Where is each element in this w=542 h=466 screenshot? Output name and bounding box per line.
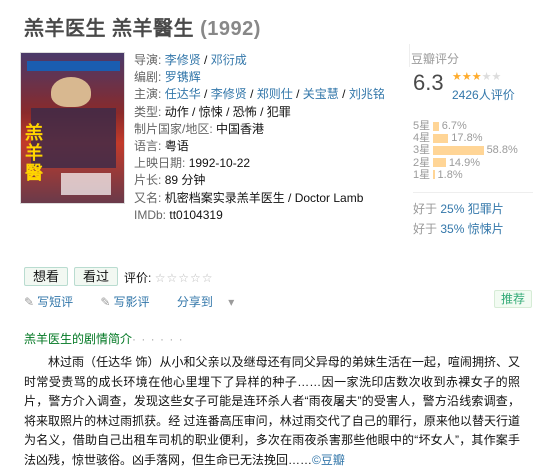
better-than-item[interactable]: 好于 25% 犯罪片 bbox=[413, 199, 533, 219]
rating-bar-row: 2星 14.9% bbox=[413, 156, 481, 169]
rating-bar-row: 5星 6.7% bbox=[413, 120, 467, 132]
rating-panel: 豆瓣评分 6.3 ★★★★★ 2426人评价 5星 6.7% 4星 17.8% 3星… bbox=[409, 44, 533, 236]
rating-bar bbox=[433, 145, 484, 155]
source-link[interactable]: ©豆瓣 bbox=[312, 453, 345, 466]
rating-bar bbox=[433, 121, 439, 131]
summary-title: 羔羊医生的剧情简介· · · · · · bbox=[24, 332, 184, 346]
write-review-link[interactable]: ✎ 写短评 bbox=[24, 295, 85, 309]
rating-count-link[interactable]: 2426人评价 bbox=[452, 86, 515, 103]
cast-link[interactable]: 关宝慧 bbox=[303, 87, 339, 101]
movie-title: 羔羊医生 羔羊醫生 bbox=[24, 18, 195, 40]
rating-bar bbox=[433, 133, 449, 143]
language-row: 语言: 粤语 bbox=[134, 139, 189, 154]
director-row: 导演: 李修贤 / 邓衍成 bbox=[134, 53, 247, 67]
movie-year: (1992) bbox=[200, 18, 261, 40]
share-dropdown[interactable]: 分享到 ▾ bbox=[177, 295, 237, 309]
runtime-row: 片长: 89 分钟 bbox=[134, 173, 206, 188]
action-bar: 想看 看过 评价: ☆☆☆☆☆ bbox=[24, 267, 214, 286]
release-row: 上映日期: 1992-10-22 bbox=[134, 156, 251, 171]
director-link[interactable]: 李修贤 bbox=[165, 53, 201, 67]
better-than-item[interactable]: 好于 35% 惊悚片 bbox=[413, 219, 533, 239]
writer-link[interactable]: 罗镌辉 bbox=[165, 70, 201, 84]
movie-poster[interactable]: 羔羊醫 bbox=[20, 52, 125, 204]
rating-bar-row: 1星 1.8% bbox=[413, 168, 463, 181]
poster-face bbox=[51, 77, 91, 107]
genre-row: 类型: 动作 / 惊悚 / 恐怖 / 犯罪 bbox=[134, 104, 291, 119]
pencil-icon: ✎ bbox=[100, 295, 111, 309]
plot-summary: 林过雨（任达华 饰）从小和父亲以及继母还有同父异母的弟妹生活在一起，喧闹拥挤、又… bbox=[24, 355, 520, 466]
rating-stars-icon: ★★★★★ bbox=[452, 70, 501, 83]
rating-title: 豆瓣评分 bbox=[411, 52, 460, 66]
dot-separator: · · · · · · bbox=[132, 332, 184, 346]
genre: 恐怖 bbox=[232, 104, 257, 119]
rating-distribution: 5星 6.7% 4星 17.8% 3星 58.8% 2星 14.9% 1星 1.8% bbox=[413, 120, 537, 181]
rating-bar bbox=[433, 170, 435, 180]
page-title: 羔羊医生 羔羊醫生 (1992) bbox=[24, 12, 261, 41]
cast-link[interactable]: 刘兆铭 bbox=[349, 87, 385, 101]
rating-bar bbox=[433, 158, 446, 168]
watched-button[interactable]: 看过 bbox=[74, 267, 119, 286]
poster-calligraphy: 羔羊醫 bbox=[25, 123, 43, 183]
cast-link[interactable]: 李修贤 bbox=[211, 87, 247, 101]
rating-bar-row: 4星 17.8% bbox=[413, 132, 483, 145]
director-link[interactable]: 邓衍成 bbox=[211, 53, 247, 67]
writer-row: 编剧: 罗镌辉 bbox=[134, 70, 201, 85]
genre: 动作 bbox=[164, 104, 189, 119]
genre: 惊悚 bbox=[198, 104, 223, 119]
cast-link[interactable]: 任达华 bbox=[165, 87, 201, 101]
cast-link[interactable]: 郑则仕 bbox=[257, 87, 293, 101]
star-empty-icon: ★★ bbox=[481, 71, 502, 83]
genre: 犯罪 bbox=[266, 104, 291, 119]
cast-row: 主演: 任达华 / 李修贤 / 郑则仕 / 关宝慧 / 刘兆铭 bbox=[134, 87, 385, 102]
chevron-down-icon: ▾ bbox=[228, 295, 235, 309]
rating-bar-row: 3星 58.8% bbox=[413, 144, 518, 157]
want-to-watch-button[interactable]: 想看 bbox=[24, 267, 69, 286]
aka-row: 又名: 机密档案实录羔羊医生 / Doctor Lamb bbox=[134, 190, 364, 205]
imdb-row: IMDb: tt0104319 bbox=[134, 207, 223, 222]
movie-info: 导演: 李修贤 / 邓衍成 编剧: 罗镌辉 主演: 任达华 / 李修贤 / 郑则… bbox=[134, 52, 399, 224]
evaluate-label: 评价: bbox=[124, 271, 152, 286]
better-than: 好于 25% 犯罪片 好于 35% 惊悚片 bbox=[413, 192, 533, 239]
poster-caption bbox=[61, 173, 111, 195]
country-row: 制片国家/地区: 中国香港 bbox=[134, 121, 265, 136]
rate-stars-icon[interactable]: ☆☆☆☆☆ bbox=[155, 271, 214, 285]
rating-score: 6.3 bbox=[413, 70, 444, 95]
pencil-icon: ✎ bbox=[24, 295, 35, 309]
write-long-review-link[interactable]: ✎ 写影评 bbox=[100, 295, 161, 309]
share-bar: ✎ 写短评 ✎ 写影评 分享到 ▾ bbox=[24, 293, 249, 310]
poster-banner bbox=[27, 61, 120, 71]
recommend-button[interactable]: 推荐 bbox=[494, 290, 532, 308]
star-icon: ★★★ bbox=[452, 71, 482, 83]
